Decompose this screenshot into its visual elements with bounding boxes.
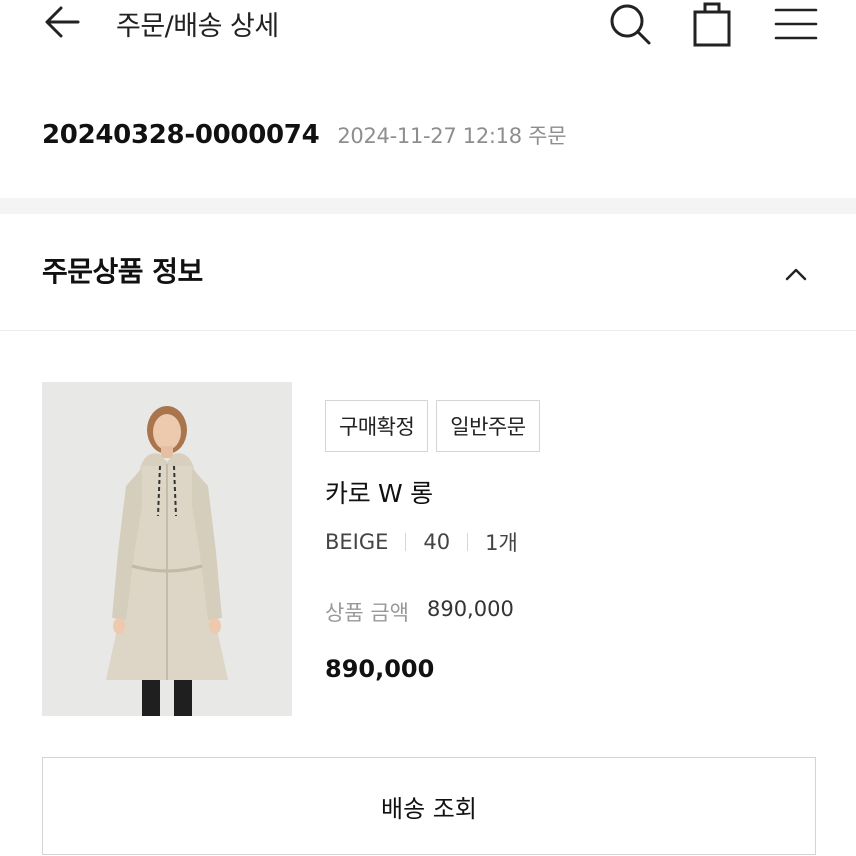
chevron-up-icon: [785, 268, 807, 281]
order-number: 20240328-0000074: [42, 120, 320, 150]
collapse-toggle[interactable]: [776, 254, 816, 294]
track-delivery-button[interactable]: 배송 조회: [42, 757, 816, 855]
option-separator: [467, 533, 469, 551]
search-icon: [610, 4, 651, 45]
shopping-bag-icon: [693, 2, 731, 47]
arrow-left-icon: [45, 6, 80, 38]
option-quantity: 1개: [485, 531, 518, 555]
page-title: 주문/배송 상세: [116, 11, 279, 42]
product-photo: [42, 382, 292, 716]
product-image[interactable]: [42, 382, 292, 716]
order-summary: 20240328-0000074 2024-11-27 12:18 주문: [42, 120, 567, 150]
section-title: 주문상품 정보: [42, 255, 203, 288]
order-date: 2024-11-27 12:18 주문: [337, 124, 567, 148]
status-badges: 구매확정 일반주문: [325, 400, 540, 452]
app-header: 주문/배송 상세: [0, 0, 856, 48]
total-price: 890,000: [325, 655, 435, 683]
price-label: 상품 금액: [325, 601, 409, 625]
option-size: 40: [423, 530, 451, 554]
product-name[interactable]: 카로 W 롱: [325, 474, 433, 510]
price-row: 상품 금액 890,000: [325, 597, 514, 627]
price-value: 890,000: [426, 597, 514, 621]
order-items-section-header[interactable]: 주문상품 정보: [0, 214, 856, 331]
order-type-badge: 일반주문: [436, 400, 540, 452]
menu-button[interactable]: [772, 0, 820, 48]
option-color: BEIGE: [325, 530, 389, 554]
status-badge-confirmed: 구매확정: [325, 400, 429, 452]
search-button[interactable]: [606, 0, 654, 48]
back-button[interactable]: [40, 0, 84, 44]
product-options: BEIGE 40 1개: [325, 527, 518, 557]
option-separator: [405, 533, 407, 551]
hamburger-menu-icon: [774, 8, 818, 40]
section-divider: [0, 198, 856, 214]
cart-button[interactable]: [688, 0, 736, 48]
